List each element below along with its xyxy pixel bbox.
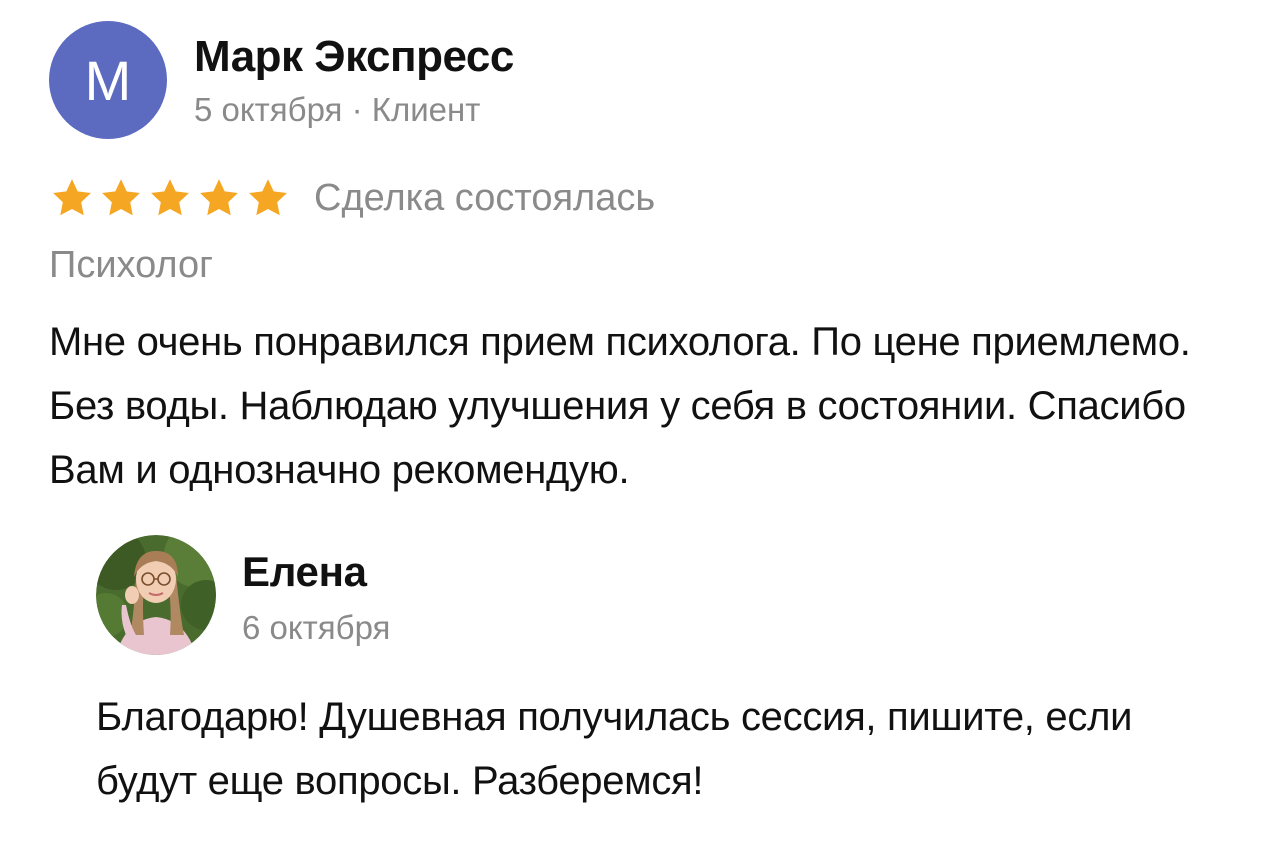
star-icon (151, 179, 189, 216)
service-category: Психолог (49, 244, 214, 286)
star-icon (200, 179, 238, 216)
author-name[interactable]: Марк Экспресс (194, 31, 514, 83)
owner-reply: Елена 6 октября Благодарю! Душевная полу… (96, 535, 1256, 813)
star-rating (49, 176, 294, 220)
reply-author-block: Елена 6 октября (242, 547, 390, 649)
reply-date: 6 октября (242, 609, 391, 646)
review-text: Мне очень понравился прием психолога. По… (49, 320, 1191, 492)
rating-row: Сделка состоялась (49, 172, 655, 224)
star-icon (102, 179, 140, 216)
star-icon (249, 179, 287, 216)
author-block: Марк Экспресс 5 октября · Клиент (194, 31, 514, 131)
review-meta: 5 октября · Клиент (194, 91, 481, 128)
review-header: М Марк Экспресс 5 октября · Клиент (49, 21, 514, 141)
deal-status: Сделка состоялась (314, 176, 656, 219)
reply-header: Елена 6 октября (96, 535, 1256, 655)
user-photo-avatar-icon[interactable] (96, 535, 216, 655)
avatar[interactable]: М (49, 21, 167, 139)
reply-text: Благодарю! Душевная получилась сессия, п… (96, 695, 1133, 803)
star-icon (53, 179, 91, 216)
reply-author-name[interactable]: Елена (242, 547, 390, 597)
review-card: М Марк Экспресс 5 октября · Клиент Сделк… (0, 0, 1284, 849)
